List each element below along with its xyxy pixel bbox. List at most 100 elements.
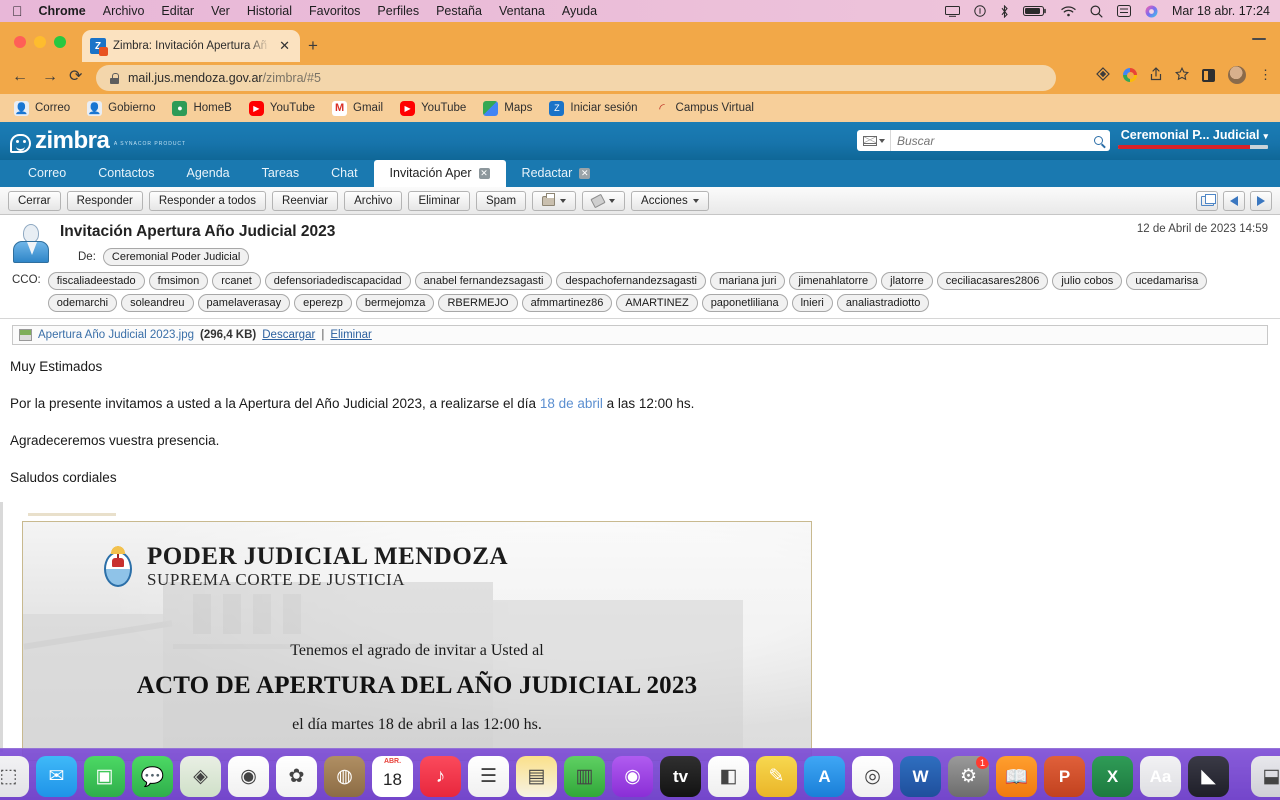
bcc-recipient-chip[interactable]: ceciliacasares2806	[936, 272, 1049, 290]
bookmark-iniciar-sesion[interactable]: Z Iniciar sesión	[549, 100, 638, 116]
bcc-recipient-chip[interactable]: jlatorre	[881, 272, 933, 290]
bcc-recipient-chip[interactable]: analiastradiotto	[836, 294, 930, 312]
back-button[interactable]: ←	[12, 67, 28, 87]
responder-a-todos-button[interactable]: Responder a todos	[148, 190, 267, 211]
bcc-recipient-chip[interactable]: lnieri	[791, 294, 833, 312]
wifi-icon[interactable]	[1061, 5, 1076, 17]
bcc-recipient-chip[interactable]: RBERMEJO	[438, 294, 518, 312]
menu-item-editar[interactable]: Editar	[161, 4, 194, 18]
archivo-button[interactable]: Archivo	[344, 190, 403, 211]
dock-item-settings[interactable]: ⚙ 1	[948, 756, 989, 797]
menu-item-favoritos[interactable]: Favoritos	[309, 4, 360, 18]
dock-item-excel[interactable]: X	[1092, 756, 1133, 797]
profile-avatar[interactable]	[1228, 66, 1246, 84]
bcc-recipient-chip[interactable]: bermejomza	[355, 294, 435, 312]
bcc-recipient-chip[interactable]: soleandreu	[121, 294, 194, 312]
bcc-recipient-chip[interactable]: ucedamarisa	[1126, 272, 1208, 290]
dock-item-messages[interactable]: 💬	[132, 756, 173, 797]
close-tab-button[interactable]: ✕	[277, 38, 292, 54]
print-dropdown-button[interactable]	[532, 190, 577, 211]
bcc-recipient-chip[interactable]: afmmartinez86	[521, 294, 613, 312]
new-tab-button[interactable]: +	[308, 37, 318, 54]
menu-item-ver[interactable]: Ver	[211, 4, 230, 18]
apple-logo-icon[interactable]: 	[12, 4, 23, 18]
extension-icon[interactable]	[1096, 67, 1110, 83]
bcc-recipient-chip[interactable]: fiscaliadeestado	[47, 272, 145, 290]
dock-item-reminders[interactable]: ☰	[468, 756, 509, 797]
bcc-recipient-chip[interactable]: julio cobos	[1052, 272, 1123, 290]
chevron-down-icon[interactable]: ▾	[1263, 131, 1268, 141]
dock-item-numbers[interactable]: ▥	[564, 756, 605, 797]
menu-item-perfiles[interactable]: Perfiles	[377, 4, 419, 18]
reenviar-button[interactable]: Reenviar	[272, 190, 339, 211]
delete-attachment-link[interactable]: Eliminar	[330, 329, 372, 341]
minimize-window-button[interactable]	[34, 36, 46, 48]
tab-invitacion-apertura[interactable]: Invitación Aper ✕	[373, 160, 506, 187]
tab-agenda[interactable]: Agenda	[171, 160, 246, 187]
menu-item-archivo[interactable]: Archivo	[103, 4, 145, 18]
bluetooth-icon[interactable]	[1000, 4, 1009, 18]
dock-item-books[interactable]: 📖	[996, 756, 1037, 797]
bookmark-star-icon[interactable]	[1174, 66, 1190, 83]
menubar-clock[interactable]: Mar 18 abr. 17:24	[1172, 4, 1270, 18]
next-message-button[interactable]	[1250, 190, 1272, 211]
chrome-menu-icon[interactable]: ⋮	[1259, 67, 1272, 83]
bookmark-homeb[interactable]: ● HomeB	[172, 100, 232, 116]
spam-button[interactable]: Spam	[475, 190, 527, 211]
bookmark-correo[interactable]: 👤 Correo	[14, 100, 70, 116]
invitation-image[interactable]: PODER JUDICIAL MENDOZA SUPREMA CORTE DE …	[22, 520, 812, 761]
acciones-dropdown-button[interactable]: Acciones	[631, 190, 709, 211]
sender-chip[interactable]: Ceremonial Poder Judicial	[102, 248, 250, 266]
google-icon[interactable]	[1123, 68, 1137, 82]
share-icon[interactable]	[1150, 67, 1162, 83]
bcc-recipient-chip[interactable]: pamelaverasay	[197, 294, 291, 312]
bcc-recipient-chip[interactable]: defensoriadediscapacidad	[264, 272, 411, 290]
dock-item-downloads-stack[interactable]: ⬓	[1251, 756, 1280, 797]
cerrar-button[interactable]: Cerrar	[8, 190, 61, 211]
bcc-recipient-chip[interactable]: odemarchi	[47, 294, 118, 312]
siri-icon[interactable]	[1145, 5, 1158, 18]
battery-icon[interactable]	[1023, 5, 1047, 17]
menu-item-ayuda[interactable]: Ayuda	[562, 4, 597, 18]
dock-item-launchpad[interactable]: ⬚	[0, 756, 29, 797]
bookmark-gmail[interactable]: M Gmail	[332, 100, 383, 116]
detach-window-button[interactable]	[1196, 190, 1218, 211]
tab-chat[interactable]: Chat	[315, 160, 373, 187]
bcc-recipient-chip[interactable]: rcanet	[212, 272, 261, 290]
tag-dropdown-button[interactable]	[582, 190, 626, 211]
search-button[interactable]	[1086, 130, 1110, 151]
responder-button[interactable]: Responder	[66, 190, 143, 211]
dock-item-maps-apple[interactable]: ◈	[180, 756, 221, 797]
menu-item-ventana[interactable]: Ventana	[499, 4, 545, 18]
bcc-recipient-chip[interactable]: despachofernandezsagasti	[556, 272, 706, 290]
bcc-recipient-chip[interactable]: fmsimon	[148, 272, 209, 290]
window-collapse-icon[interactable]	[1252, 38, 1266, 40]
dock-item-final-cut[interactable]: ◣	[1188, 756, 1229, 797]
bcc-recipient-chip[interactable]: anabel fernandezsagasti	[414, 272, 553, 290]
reload-button[interactable]: ⟳	[69, 67, 82, 87]
close-tab-icon[interactable]: ✕	[478, 168, 490, 179]
close-window-button[interactable]	[14, 36, 26, 48]
user-account-area[interactable]: Ceremonial P... Judicial ▾	[1118, 128, 1268, 149]
dock-item-keynote[interactable]: ◧	[708, 756, 749, 797]
forward-button[interactable]: →	[42, 67, 58, 87]
tab-correo[interactable]: Correo	[12, 160, 82, 187]
tab-redactar[interactable]: Redactar ✕	[506, 160, 607, 187]
dock-item-mail[interactable]: ✉	[36, 756, 77, 797]
dock-item-freeform[interactable]: ✎	[756, 756, 797, 797]
dock-item-google-maps[interactable]: ◉	[228, 756, 269, 797]
attachment-name[interactable]: Apertura Año Judicial 2023.jpg	[38, 329, 194, 341]
dock-item-powerpoint[interactable]: P	[1044, 756, 1085, 797]
dock-item-notes[interactable]: ▤	[516, 756, 557, 797]
bookmark-gobierno[interactable]: 👤 Gobierno	[87, 100, 155, 116]
display-icon[interactable]	[1117, 5, 1132, 17]
bcc-recipient-chip[interactable]: paponetliliana	[701, 294, 788, 312]
bookmark-youtube-1[interactable]: ▶ YouTube	[248, 100, 315, 116]
address-bar[interactable]: mail.jus.mendoza.gov.ar/zimbra/#5	[96, 65, 1056, 91]
menu-item-pestana[interactable]: Pestaña	[436, 4, 482, 18]
tab-contactos[interactable]: Contactos	[82, 160, 170, 187]
close-tab-icon[interactable]: ✕	[579, 168, 591, 179]
dock-item-appletv[interactable]: tv	[660, 756, 701, 797]
browser-tab-active[interactable]: Z Zimbra: Invitación Apertura Añ ✕	[82, 30, 300, 62]
bcc-recipient-chip[interactable]: eperezp	[294, 294, 352, 312]
